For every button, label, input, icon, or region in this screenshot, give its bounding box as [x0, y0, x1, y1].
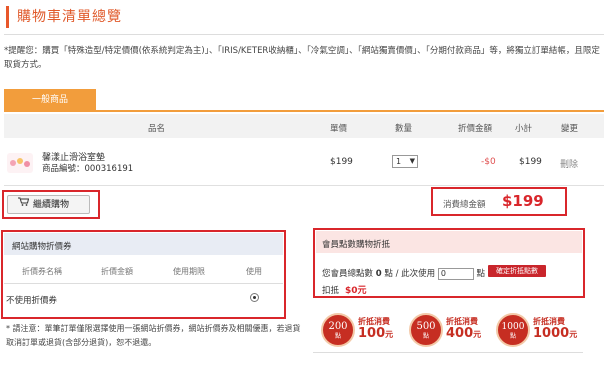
- row-subtotal: $199: [519, 157, 542, 167]
- badge-points-circle: 200 點: [321, 313, 355, 347]
- header-qty: 數量: [395, 124, 413, 134]
- points-badge-200: 200 點 折抵消費 100元: [321, 313, 408, 349]
- row-divider: [4, 185, 604, 186]
- continue-shopping-label: 繼續購物: [33, 200, 70, 210]
- badge-points-circle: 1000 點: [496, 313, 530, 347]
- header-subtotal: 小計: [515, 124, 533, 134]
- product-thumbnail[interactable]: [7, 153, 33, 173]
- header-price: 單價: [330, 124, 348, 134]
- cart-table-header: [4, 114, 604, 138]
- total-value: $199: [502, 192, 544, 210]
- delete-link[interactable]: 刪除: [560, 157, 578, 170]
- quantity-value: 1: [396, 157, 402, 166]
- badge-points-circle: 500 點: [409, 313, 443, 347]
- cart-icon: [18, 196, 30, 213]
- quantity-select[interactable]: 1 ▼: [392, 155, 418, 168]
- total-label: 消費總金額: [443, 200, 486, 210]
- coupon-footnote: * 請注意：單筆訂單僅限選擇使用一張網站折價券，網站折價券及相關優惠，若退貨取消…: [6, 324, 301, 347]
- points-badge-500: 500 點 折抵消費 400元: [409, 313, 496, 349]
- tab-underline: [4, 110, 604, 112]
- page-title-bar: 購物車清單總覽: [6, 6, 122, 28]
- product-code: 商品編號：000316191: [42, 164, 134, 174]
- tab-general-products[interactable]: 一般商品: [4, 89, 96, 111]
- chevron-down-icon: ▼: [409, 157, 415, 165]
- badges-divider: [313, 352, 583, 353]
- coupon-highlight-frame: [1, 230, 286, 319]
- page-title: 購物車清單總覽: [17, 9, 122, 25]
- title-divider: [4, 34, 604, 35]
- row-discount: -$0: [481, 157, 496, 167]
- purchase-notice: *提醒您：購買「特殊造型/特定價價(依系統判定為主)」、「IRIS/KETER收…: [4, 46, 600, 70]
- header-discount: 折價金額: [458, 124, 493, 134]
- header-change: 變更: [561, 124, 579, 134]
- header-product: 品名: [148, 124, 166, 134]
- row-price: $199: [330, 157, 353, 167]
- continue-shopping-button[interactable]: 繼續購物: [7, 195, 90, 214]
- points-badge-1000: 1000 點 折抵消費 1000元: [496, 313, 583, 349]
- points-highlight-frame: [313, 228, 585, 298]
